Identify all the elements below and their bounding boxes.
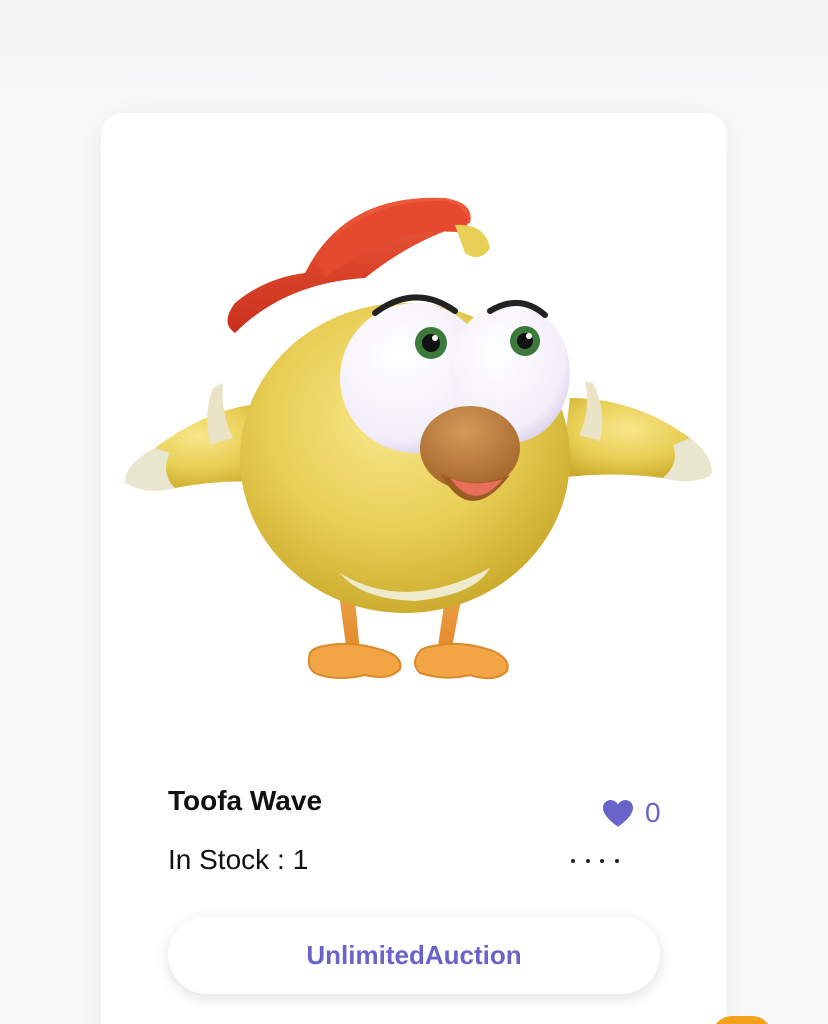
more-dots-icon[interactable] [571,849,619,873]
heart-icon[interactable] [601,798,635,828]
product-image [125,197,712,680]
product-card[interactable]: Toofa Wave In Stock : 1 0 UnlimitedAucti… [101,113,727,1024]
like-count: 0 [645,797,661,828]
stock-info: In Stock : 1 [168,844,308,876]
stock-label: In Stock : [168,844,285,875]
dot [600,859,605,863]
stock-count: 1 [292,844,309,875]
page: Toofa Wave In Stock : 1 0 UnlimitedAucti… [0,0,828,1024]
product-name: Toofa Wave [168,785,323,816]
like-button[interactable]: 0 [601,797,661,829]
dot [614,859,619,863]
dot [585,859,590,863]
unlimited-auction-button[interactable]: UnlimitedAuction [168,916,660,994]
dot [571,859,575,863]
